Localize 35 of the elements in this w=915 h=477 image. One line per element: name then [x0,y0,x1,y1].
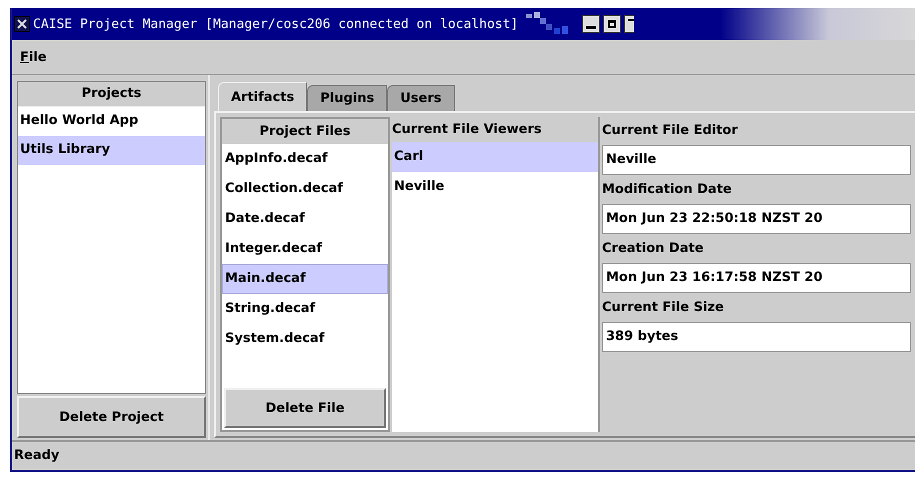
status-bar: Ready [12,440,915,470]
column-header: Projects [18,82,205,107]
pixel-pattern-icon [526,12,570,36]
text-field[interactable]: Mon Jun 23 22:50:18 NZST 20 [602,204,911,234]
text-field[interactable]: Neville [602,145,911,175]
maximize-icon[interactable] [603,15,622,33]
field-label: Current File Size [602,299,725,317]
tab[interactable]: Artifacts [218,82,308,111]
viewer-item[interactable]: Neville [392,172,598,202]
close-icon[interactable] [14,16,30,32]
delete-file-button[interactable]: Delete File [224,388,386,428]
list-entry[interactable]: Collection.decaf [222,174,388,204]
project-item[interactable]: Utils Library [18,136,205,165]
list-entry[interactable]: System.decaf [222,324,388,354]
list-entry[interactable]: String.decaf [222,294,388,324]
list-entry[interactable]: Integer.decaf [222,234,388,264]
tab[interactable]: Users [387,85,454,111]
text-field[interactable]: Mon Jun 23 16:17:58 NZST 20 [602,263,911,293]
list-entry[interactable]: Main.decaf [222,264,388,294]
list-entry[interactable]: AppInfo.decaf [222,144,388,174]
window-button-icon[interactable] [624,15,634,33]
minimize-icon[interactable] [582,15,600,33]
project-item[interactable]: Hello World App [18,107,205,136]
delete-project-button[interactable]: Delete Project [17,396,206,438]
field-label: Creation Date [602,240,705,258]
list-entry[interactable]: Date.decaf [222,204,388,234]
text-field[interactable]: 389 bytes [602,322,911,352]
viewer-item[interactable]: Carl [392,142,598,172]
tab[interactable]: Plugins [307,85,388,111]
field-label: Modification Date [602,181,733,199]
window-title: CAISE Project Manager [Manager/cosc206 connected on localhost] [33,16,518,32]
column-header: Project Files [222,119,388,144]
column-header: Current File Viewers [392,117,598,142]
field-label: Current File Editor [602,122,739,140]
menu-item[interactable]: File [18,50,49,64]
